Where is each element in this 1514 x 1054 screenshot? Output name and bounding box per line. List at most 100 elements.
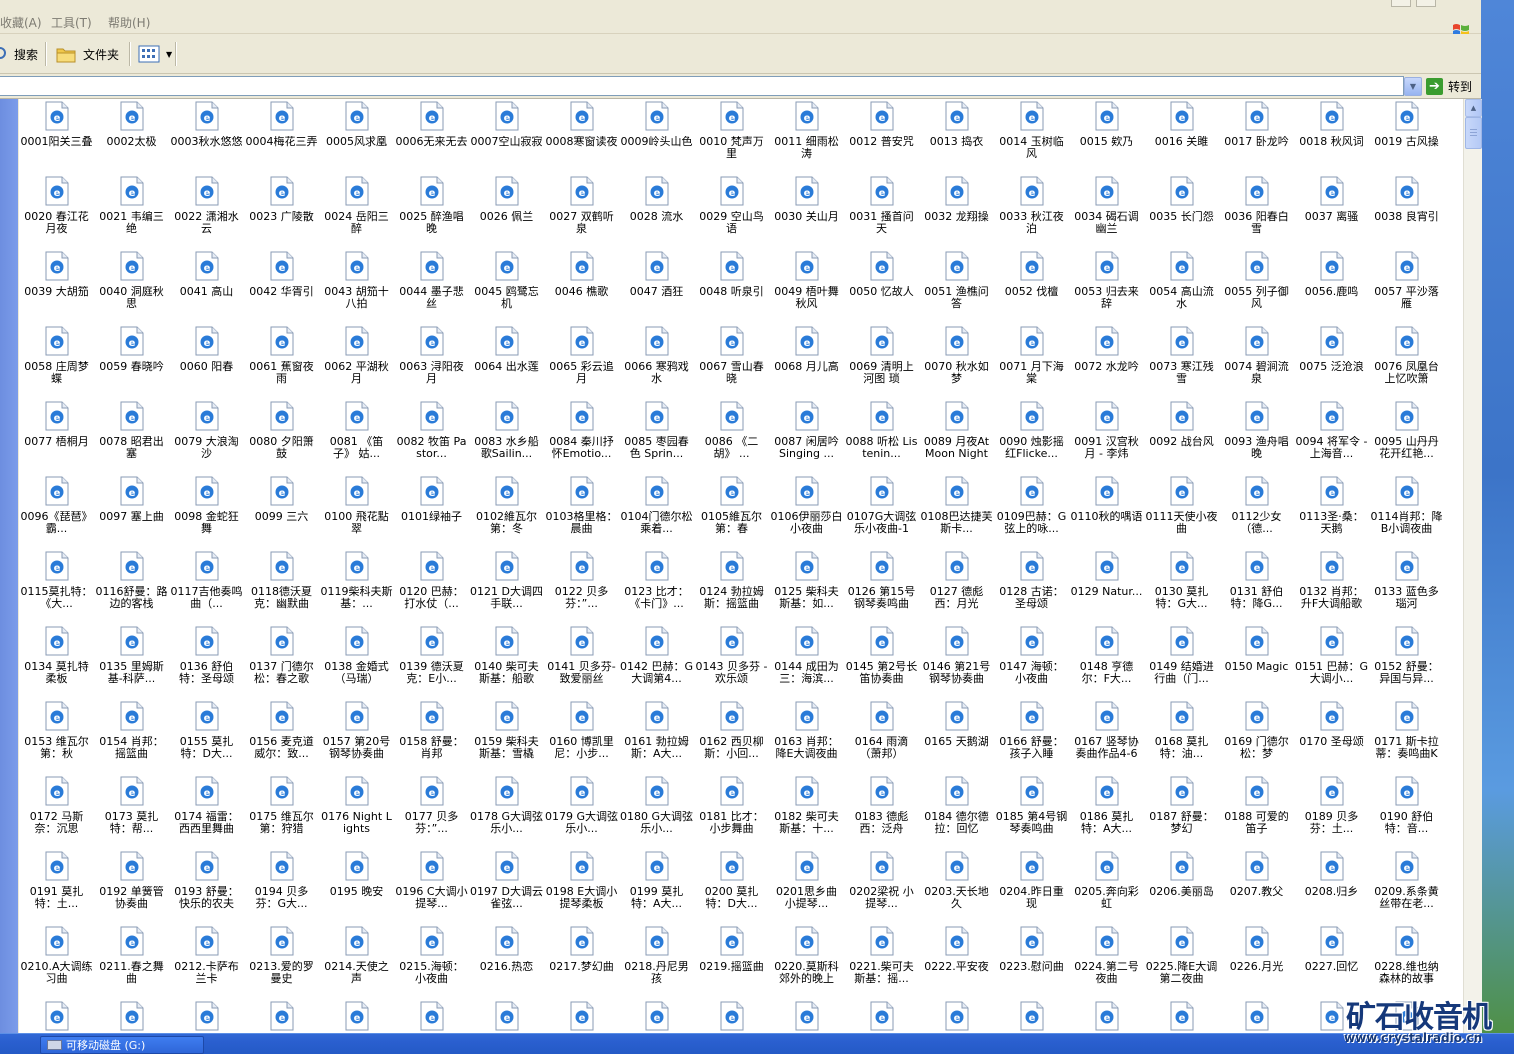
file-item[interactable]: e 0113圣·桑：天鹅 <box>1294 476 1369 551</box>
file-item[interactable]: e 0124 勃拉姆斯：摇篮曲 <box>694 551 769 626</box>
file-item[interactable]: e 0004梅花三弄 <box>244 101 319 176</box>
file-item[interactable]: e 0200 莫扎特：D大... <box>694 851 769 926</box>
file-item[interactable]: e 0072 水龙吟 <box>1069 326 1144 401</box>
file-item[interactable]: e 0063 浔阳夜月 <box>394 326 469 401</box>
file-item[interactable]: e 0174 福雷：西西里舞曲 <box>169 776 244 851</box>
file-item[interactable]: e 0163 肖邦：降E大调夜曲 <box>769 701 844 776</box>
maximize-button[interactable] <box>1416 0 1436 7</box>
file-item[interactable]: e 0056.鹿鸣 <box>1294 251 1369 326</box>
file-item[interactable]: e 0166 舒曼：孩子入睡 <box>994 701 1069 776</box>
file-item[interactable]: e 0196 C大调小提琴... <box>394 851 469 926</box>
file-item[interactable]: e 0082 牧笛 Pastor... <box>394 401 469 476</box>
file-item[interactable]: e 0209.系条黄丝带在老... <box>1369 851 1444 926</box>
file-item[interactable]: e 0206.美丽岛 <box>1144 851 1219 926</box>
file-item[interactable]: e 0125 柴科夫斯基：如... <box>769 551 844 626</box>
file-item[interactable]: e 0153 维瓦尔第：秋 <box>19 701 94 776</box>
file-item[interactable]: e 0184 德尔德拉：回忆 <box>919 776 994 851</box>
file-item[interactable]: e 0167 竖琴协奏曲作品4-6 <box>1069 701 1144 776</box>
file-item[interactable]: e <box>769 1001 844 1033</box>
file-item[interactable]: e 0038 良宵引 <box>1369 176 1444 251</box>
file-item[interactable]: e 0187 舒曼：梦幻 <box>1144 776 1219 851</box>
file-item[interactable]: e 0175 维瓦尔第：狩猎 <box>244 776 319 851</box>
file-item[interactable]: e 0043 胡笳十八拍 <box>319 251 394 326</box>
file-item[interactable]: e 0121 D大调四手联... <box>469 551 544 626</box>
file-item[interactable]: e 0035 长门怨 <box>1144 176 1219 251</box>
file-item[interactable]: e 0075 泛沧浪 <box>1294 326 1369 401</box>
file-item[interactable]: e 0226.月光 <box>1219 926 1294 1001</box>
file-item[interactable]: e 0146 第21号钢琴协奏曲 <box>919 626 994 701</box>
file-item[interactable]: e 0212.卡萨布兰卡 <box>169 926 244 1001</box>
file-item[interactable]: e <box>544 1001 619 1033</box>
file-item[interactable]: e 0102維瓦尔第：冬 <box>469 476 544 551</box>
file-item[interactable]: e 0059 春晓吟 <box>94 326 169 401</box>
file-item[interactable]: e 0120 巴赫：打水仗（... <box>394 551 469 626</box>
file-item[interactable]: e 0208.归乡 <box>1294 851 1369 926</box>
file-item[interactable]: e <box>1069 1001 1144 1033</box>
file-item[interactable]: e <box>1144 1001 1219 1033</box>
file-item[interactable]: e 0006无来无去 <box>394 101 469 176</box>
file-item[interactable]: e 0014 玉树临风 <box>994 101 1069 176</box>
file-item[interactable]: e 0068 月儿高 <box>769 326 844 401</box>
file-item[interactable]: e 0162 西贝柳斯：小回... <box>694 701 769 776</box>
file-item[interactable]: e 0145 第2号长笛协奏曲 <box>844 626 919 701</box>
file-item[interactable]: e 0101绿袖子 <box>394 476 469 551</box>
file-item[interactable]: e 0217.梦幻曲 <box>544 926 619 1001</box>
vertical-scrollbar[interactable]: ▲ <box>1463 99 1482 1033</box>
file-item[interactable]: e 0024 岳阳三醉 <box>319 176 394 251</box>
file-item[interactable]: e 0165 天鹅湖 <box>919 701 994 776</box>
views-button[interactable]: ▼ <box>138 40 172 68</box>
file-item[interactable]: e 0086 《二胡》 ... <box>694 401 769 476</box>
address-dropdown-button[interactable]: ▼ <box>1404 77 1422 96</box>
file-item[interactable]: e <box>19 1001 94 1033</box>
file-item[interactable]: e 0078 昭君出塞 <box>94 401 169 476</box>
file-item[interactable]: e 0151 巴赫：G大调小... <box>1294 626 1369 701</box>
file-item[interactable]: e 0136 舒伯特：圣母颂 <box>169 626 244 701</box>
file-item[interactable]: e 0155 莫扎特：D大... <box>169 701 244 776</box>
file-item[interactable]: e 0176 Night Lights <box>319 776 394 851</box>
folders-button[interactable]: 文件夹 <box>55 40 119 68</box>
file-item[interactable]: e 0090 烛影摇红Flicke... <box>994 401 1069 476</box>
file-item[interactable]: e 0092 战台风 <box>1144 401 1219 476</box>
file-item[interactable]: e 0117吉他奏鸣曲（... <box>169 551 244 626</box>
file-item[interactable]: e 0127 德彪西：月光 <box>919 551 994 626</box>
file-item[interactable]: e 0188 可爱的笛子 <box>1219 776 1294 851</box>
file-item[interactable]: e 0053 归去来辞 <box>1069 251 1144 326</box>
file-item[interactable]: e 0060 阳春 <box>169 326 244 401</box>
file-item[interactable]: e 0148 亨德尔：F大... <box>1069 626 1144 701</box>
file-item[interactable]: e 0105維瓦尔第：春 <box>694 476 769 551</box>
file-item[interactable]: e 0001阳关三叠 <box>19 101 94 176</box>
file-item[interactable]: e 0118德沃夏克：幽默曲 <box>244 551 319 626</box>
file-item[interactable]: e 0003秋水悠悠 <box>169 101 244 176</box>
file-item[interactable]: e 0049 梧叶舞秋风 <box>769 251 844 326</box>
file-item[interactable]: e <box>1294 1001 1369 1033</box>
file-item[interactable]: e 0079 大浪淘沙 <box>169 401 244 476</box>
file-item[interactable]: e 0115莫扎特：《大... <box>19 551 94 626</box>
file-item[interactable]: e 0037 离骚 <box>1294 176 1369 251</box>
file-item[interactable]: e 0052 伐檀 <box>994 251 1069 326</box>
file-item[interactable]: e 0119柴科夫斯基：... <box>319 551 394 626</box>
file-item[interactable]: e 0066 寒鸦戏水 <box>619 326 694 401</box>
file-item[interactable]: e 0019 古风操 <box>1369 101 1444 176</box>
file-item[interactable]: e 0041 高山 <box>169 251 244 326</box>
file-item[interactable]: e 0011 细雨松涛 <box>769 101 844 176</box>
menu-tools[interactable]: 工具(T) <box>51 14 92 31</box>
file-item[interactable]: e 0099 三六 <box>244 476 319 551</box>
file-item[interactable]: e 0018 秋风词 <box>1294 101 1369 176</box>
file-item[interactable]: e 0096《琵琶》 霸... <box>19 476 94 551</box>
file-item[interactable]: e 0168 莫扎特：油... <box>1144 701 1219 776</box>
file-item[interactable]: e 0185 第4号钢琴奏鸣曲 <box>994 776 1069 851</box>
file-item[interactable]: e <box>844 1001 919 1033</box>
file-item[interactable]: e 0194 贝多芬：G大... <box>244 851 319 926</box>
file-item[interactable]: e 0154 肖邦：摇篮曲 <box>94 701 169 776</box>
file-item[interactable]: e 0094 将军令 - 上海音... <box>1294 401 1369 476</box>
file-item[interactable]: e 0170 圣母颂 <box>1294 701 1369 776</box>
file-item[interactable]: e 0158 舒曼：肖邦 <box>394 701 469 776</box>
file-item[interactable]: e 0055 列子御风 <box>1219 251 1294 326</box>
file-item[interactable]: e 0137 门德尔松：春之歌 <box>244 626 319 701</box>
file-item[interactable]: e 0048 听泉引 <box>694 251 769 326</box>
file-item[interactable]: e 0088 听松 Listenin... <box>844 401 919 476</box>
file-item[interactable]: e 0204.昨日重现 <box>994 851 1069 926</box>
address-input[interactable] <box>0 76 1404 96</box>
file-item[interactable]: e 0130 莫扎特：G大... <box>1144 551 1219 626</box>
file-item[interactable]: e 0132 肖邦：升F大调船歌 <box>1294 551 1369 626</box>
